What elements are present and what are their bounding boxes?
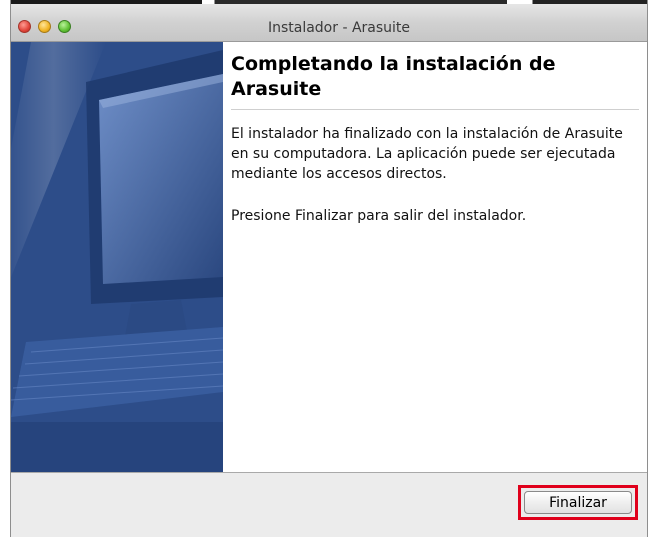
title-bar: Instalador - Arasuite (11, 0, 647, 42)
window-title: Instalador - Arasuite (267, 20, 411, 36)
completion-message: El instalador ha finalizado con la insta… (231, 126, 623, 182)
button-bar: Finalizar (11, 472, 647, 537)
installer-window: Instalador - Arasuite Completando la ins… (10, 0, 648, 537)
finish-instruction: Presione Finalizar para salir del instal… (231, 208, 527, 224)
page-title: Completando la instalación de Arasuite (231, 53, 556, 100)
computer-illustration-icon (11, 42, 223, 472)
heading-divider (231, 109, 639, 110)
screen-top-strip (11, 0, 647, 4)
finish-button[interactable]: Finalizar (524, 491, 632, 514)
installer-banner-image (11, 42, 223, 472)
highlight-box: Finalizar (518, 485, 638, 520)
content-panel: Completando la instalación de Arasuite E… (223, 42, 647, 472)
